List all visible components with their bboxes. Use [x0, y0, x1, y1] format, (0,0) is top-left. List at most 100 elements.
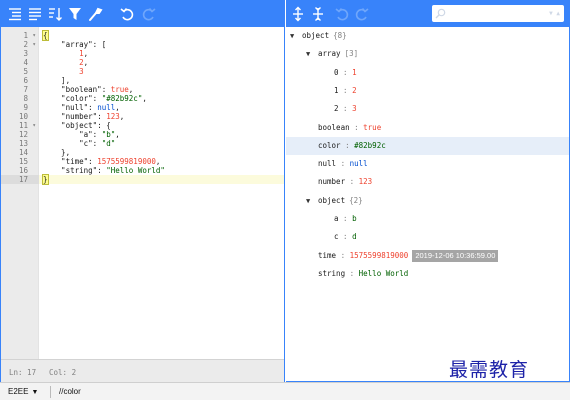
line-number: 13 — [1, 139, 39, 148]
code-token: "boolean" — [43, 85, 102, 94]
line-number-text: 6 — [23, 76, 28, 85]
format-icon[interactable] — [7, 6, 23, 22]
tree-node-value[interactable]: true — [363, 123, 381, 132]
expand-arrow-icon[interactable]: ▼ — [306, 45, 318, 63]
tree-view-panel: ▼ ▲ ▼ object {8} ▼ array [3] 0 : 11 : 22 : 3 bo… — [286, 0, 570, 382]
sort-icon[interactable] — [47, 6, 63, 22]
code-token: { — [42, 30, 49, 41]
tree-node[interactable]: null : null — [286, 155, 569, 173]
tree-node[interactable]: ▼ object {2} — [286, 192, 569, 210]
code-token: "object" — [43, 121, 98, 130]
tree-node[interactable]: boolean : true — [286, 119, 569, 137]
mode-select[interactable]: E2EE ▼ — [8, 387, 38, 396]
code-token: "number" — [43, 112, 98, 121]
code-token: : — [92, 139, 102, 148]
line-number: 8 — [1, 94, 39, 103]
search-box: ▼ ▲ — [432, 5, 564, 22]
line-number-text: 4 — [23, 58, 28, 67]
code-text-area[interactable]: { "array": [ 1, 2, 3 ], "boolean": true,… — [39, 27, 284, 359]
tree-node-value[interactable]: 1 — [352, 68, 357, 77]
compact-icon[interactable] — [27, 6, 43, 22]
divider — [50, 386, 51, 398]
code-token: "string" — [43, 166, 98, 175]
code-token: , — [142, 94, 147, 103]
tree-node-value[interactable]: 1575599819000 — [350, 251, 409, 260]
code-token: "array" — [43, 40, 93, 49]
fold-toggle-icon[interactable]: ▾ — [32, 31, 36, 40]
tree-node[interactable]: color : #82b92c — [286, 136, 569, 155]
tree-node[interactable]: 0 : 1 — [286, 64, 569, 82]
code-token: true — [110, 85, 129, 94]
code-token: , — [115, 130, 120, 139]
code-line: { — [39, 30, 284, 41]
tree-node[interactable]: a : b — [286, 210, 569, 228]
tree-node[interactable]: 2 : 3 — [286, 100, 569, 118]
line-number: 15 — [1, 157, 39, 166]
tree-node-key[interactable]: number — [318, 177, 345, 186]
code-line: "number": 123, — [39, 112, 284, 121]
code-line: "null": null, — [39, 103, 284, 112]
search-options-chevron-icon[interactable]: ▼ ▲ — [549, 10, 560, 17]
collapse-all-icon[interactable] — [310, 6, 326, 22]
tree-node[interactable]: string : Hello World — [286, 265, 569, 283]
expand-arrow-icon[interactable]: ▼ — [290, 27, 302, 45]
redo-icon[interactable] — [141, 6, 157, 22]
tree-node[interactable]: 1 : 2 — [286, 82, 569, 100]
tree-node-separator: : — [338, 214, 353, 223]
tree-node-key[interactable]: object — [318, 196, 345, 205]
tree-node-value[interactable]: d — [352, 232, 357, 241]
line-number: 10 — [1, 112, 39, 121]
tree-node-value[interactable]: Hello World — [359, 269, 409, 278]
code-line: "string": "Hello World" — [39, 166, 284, 175]
tree-node[interactable]: time : 1575599819000 2019-12-06 10:36:59.… — [286, 247, 569, 265]
line-number-text: 16 — [18, 166, 28, 175]
tree-node[interactable]: number : 123 — [286, 173, 569, 191]
line-number: 7 — [1, 85, 39, 94]
json-tree: ▼ object {8} ▼ array [3] 0 : 11 : 22 : 3 boolea… — [286, 27, 569, 381]
tree-node-value[interactable]: #82b92c — [354, 141, 386, 150]
tree-node-key[interactable]: color — [318, 141, 341, 150]
search-icon — [435, 8, 446, 21]
expand-all-icon[interactable] — [290, 6, 306, 22]
tree-node-value[interactable]: 123 — [359, 177, 373, 186]
tree-node-value[interactable]: 3 — [352, 104, 357, 113]
fold-toggle-icon[interactable]: ▾ — [32, 40, 36, 49]
tree-node-separator: : — [338, 85, 353, 95]
tree-node[interactable]: ▼ array [3] — [286, 45, 569, 63]
tree-node-key[interactable]: boolean — [318, 123, 350, 132]
tree-node-separator: : — [336, 250, 350, 260]
undo-icon[interactable] — [119, 6, 135, 22]
code-line: "time": 1575599819000, — [39, 157, 284, 166]
tree-node-value[interactable]: null — [350, 159, 368, 168]
tree-node-value[interactable]: b — [352, 214, 357, 223]
tree-node-key[interactable]: null — [318, 159, 336, 168]
line-number: 12 — [1, 130, 39, 139]
tree-node-key[interactable]: string — [318, 269, 345, 278]
code-line: 3 — [39, 67, 284, 76]
code-token: 1 — [43, 49, 84, 58]
tree-redo-icon[interactable] — [354, 6, 370, 22]
expand-arrow-icon[interactable]: ▼ — [306, 192, 318, 210]
code-token: "c" — [43, 139, 93, 148]
filter-icon[interactable] — [67, 6, 83, 22]
code-token: "b" — [101, 130, 116, 139]
tree-node-key[interactable]: time — [318, 251, 336, 260]
line-number: 1 ▾ — [1, 31, 39, 40]
tree-node-value[interactable]: 2 — [352, 86, 357, 95]
repair-icon[interactable] — [87, 6, 103, 22]
line-number: 2 ▾ — [1, 40, 39, 49]
tree-node[interactable]: ▼ object {8} — [286, 27, 569, 45]
tree-node-key[interactable]: array — [318, 49, 341, 58]
code-token: 2 — [43, 58, 84, 67]
tree-undo-icon[interactable] — [334, 6, 350, 22]
code-token: : — [88, 157, 98, 166]
code-line: ], — [39, 76, 284, 85]
fold-toggle-icon[interactable]: ▾ — [32, 121, 36, 130]
code-token: : — [92, 130, 102, 139]
tree-node-key[interactable]: object — [302, 31, 329, 40]
search-input[interactable] — [448, 7, 544, 20]
query-input[interactable]: //color — [59, 387, 81, 396]
tree-node[interactable]: c : d — [286, 228, 569, 246]
line-number-text: 5 — [23, 67, 28, 76]
code-token: "time" — [43, 157, 89, 166]
